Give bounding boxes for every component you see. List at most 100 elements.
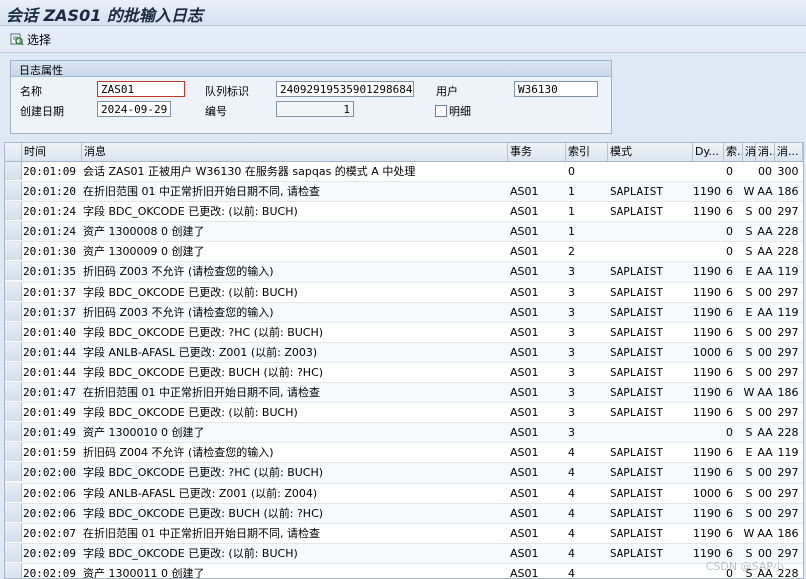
row-selector[interactable] <box>5 503 22 522</box>
table-row[interactable]: 20:01:37 字段 BDC_OKCODE 已更改: (以前: BUCH) AS0… <box>5 282 803 303</box>
row-selector[interactable] <box>5 443 22 462</box>
select-button[interactable]: 选择 <box>10 30 51 48</box>
row-selector[interactable] <box>5 302 22 321</box>
col-message[interactable]: 消息 <box>82 143 508 161</box>
cell-message: 在折旧范围 01 中正常折旧开始日期不同, 请检查 <box>83 185 320 199</box>
cell-time: 20:01:40 <box>23 325 76 339</box>
cell-dynnr: 6 <box>726 305 733 319</box>
table-row[interactable]: 20:01:49 字段 BDC_OKCODE 已更改: (以前: BUCH) AS0… <box>5 403 803 424</box>
cell-dynnr: 0 <box>726 225 733 239</box>
table-row[interactable]: 20:01:24 资产 1300008 0 创建了 AS01 1 0 S AA 228 <box>5 222 803 243</box>
table-row[interactable]: 20:01:59 折旧码 Z004 不允许 (请检查您的输入) AS01 4 SAPLA… <box>5 443 803 464</box>
row-selector[interactable] <box>5 362 22 381</box>
table-row[interactable]: 20:01:44 字段 BDC_OKCODE 已更改: BUCH (以前: ?HC… <box>5 362 803 384</box>
table-row[interactable]: 20:01:49 资产 1300010 0 创建了 AS01 3 0 S AA 228 <box>5 423 803 444</box>
cell-module: SAPLAIST <box>610 265 663 279</box>
select-all-cell[interactable] <box>5 143 22 161</box>
table-row[interactable]: 20:01:20 在折旧范围 01 中正常折旧开始日期不同, 请检查 AS01 1 SA… <box>5 182 803 203</box>
cell-dynnr: 6 <box>726 486 733 500</box>
cell-msg-class: 00 <box>758 365 772 379</box>
cell-index: 3 <box>568 265 575 279</box>
number-field[interactable]: 1 <box>276 101 354 117</box>
cell-index: 0 <box>568 165 575 178</box>
cell-dynpro: 1000 <box>693 486 721 500</box>
col-msg-class[interactable]: 消... <box>756 143 775 161</box>
row-selector[interactable] <box>5 282 22 301</box>
table-row[interactable]: 20:01:47 在折旧范围 01 中正常折旧开始日期不同, 请检查 AS01 3 SA… <box>5 383 803 404</box>
cell-module <box>608 242 693 261</box>
row-selector[interactable] <box>5 342 22 361</box>
cell-dynnr: 6 <box>726 506 733 520</box>
col-module[interactable]: 模式 <box>608 143 693 161</box>
table-row[interactable]: 20:02:00 字段 BDC_OKCODE 已更改: ?HC (以前: BUCH… <box>5 463 803 484</box>
col-transaction[interactable]: 事务 <box>508 143 566 161</box>
col-index[interactable]: 索引 <box>566 143 608 161</box>
table-row[interactable]: 20:01:30 资产 1300009 0 创建了 AS01 2 0 S AA 228 <box>5 242 803 263</box>
table-row[interactable]: 20:01:40 字段 BDC_OKCODE 已更改: ?HC (以前: BUCH… <box>5 322 803 343</box>
cell-module: SAPLAIST <box>610 325 663 339</box>
table-row[interactable]: 20:01:09 会话 ZAS01 正被用户 W36130 在服务器 sapqas… <box>5 162 803 183</box>
row-selector[interactable] <box>5 523 22 542</box>
name-field[interactable]: ZAS01 <box>97 81 185 97</box>
detail-checkbox[interactable] <box>435 105 447 117</box>
row-selector[interactable] <box>5 483 22 502</box>
row-selector[interactable] <box>5 322 22 341</box>
row-selector[interactable] <box>5 383 22 402</box>
col-msg-number[interactable]: 消... <box>775 143 803 161</box>
col-dynnr[interactable]: 索... <box>724 143 743 161</box>
cell-msg-number: 297 <box>777 285 799 299</box>
cell-index: 4 <box>568 566 575 579</box>
row-selector[interactable] <box>5 182 22 201</box>
cell-message: 资产 1300010 0 创建了 <box>83 426 205 440</box>
cell-msg-type: S <box>745 285 753 299</box>
col-time[interactable]: 时间 <box>22 143 82 161</box>
cell-index: 1 <box>568 225 575 239</box>
row-selector[interactable] <box>5 423 22 442</box>
cell-transaction: AS01 <box>510 365 539 379</box>
table-row[interactable]: 20:01:24 字段 BDC_OKCODE 已更改: (以前: BUCH) AS0… <box>5 202 803 223</box>
row-selector[interactable] <box>5 202 22 221</box>
col-dynpro[interactable]: Dy... <box>693 143 724 161</box>
cell-index: 3 <box>568 345 575 359</box>
created-date-field[interactable]: 2024-09-29 <box>97 101 171 117</box>
cell-message: 资产 1300011 0 创建了 <box>83 566 205 579</box>
cell-module: SAPLAIST <box>610 406 663 420</box>
cell-dynpro: 1190 <box>693 386 721 400</box>
table-row[interactable]: 20:01:44 字段 ANLB-AFASL 已更改: Z001 (以前: Z00… <box>5 342 803 363</box>
table-row[interactable]: 20:02:09 字段 BDC_OKCODE 已更改: (以前: BUCH) AS0… <box>5 543 803 564</box>
table-row[interactable]: 20:01:35 折旧码 Z003 不允许 (请检查您的输入) AS01 3 SAPLA… <box>5 262 803 283</box>
cell-message: 字段 BDC_OKCODE 已更改: (以前: BUCH) <box>83 205 298 219</box>
cell-dynpro: 1190 <box>693 365 721 379</box>
cell-dynpro: 1190 <box>693 325 721 339</box>
table-row[interactable]: 20:02:09 资产 1300011 0 创建了 AS01 4 0 S AA 228 <box>5 563 803 579</box>
row-selector[interactable] <box>5 162 22 180</box>
row-selector[interactable] <box>5 242 22 261</box>
cell-msg-number: 186 <box>777 386 799 400</box>
table-row[interactable]: 20:02:06 字段 BDC_OKCODE 已更改: BUCH (以前: ?HC… <box>5 503 803 524</box>
cell-msg-number: 186 <box>777 185 799 199</box>
cell-msg-type: S <box>745 486 753 500</box>
cell-dynnr: 0 <box>726 165 733 178</box>
row-selector[interactable] <box>5 543 22 562</box>
group-header: 日志属性 <box>11 61 611 77</box>
row-selector[interactable] <box>5 262 22 281</box>
cell-dynnr: 6 <box>726 386 733 400</box>
row-selector[interactable] <box>5 463 22 482</box>
cell-index: 3 <box>568 305 575 319</box>
table-row[interactable]: 20:02:07 在折旧范围 01 中正常折旧开始日期不同, 请检查 AS01 4 SA… <box>5 523 803 544</box>
table-row[interactable]: 20:02:06 字段 ANLB-AFASL 已更改: Z001 (以前: Z00… <box>5 483 803 504</box>
queue-id-field[interactable]: 24092919535901298684 <box>276 81 414 97</box>
table-row[interactable]: 20:01:37 折旧码 Z003 不允许 (请检查您的输入) AS01 3 SAPLA… <box>5 302 803 323</box>
cell-msg-number: 297 <box>777 325 799 339</box>
cell-message: 在折旧范围 01 中正常折旧开始日期不同, 请检查 <box>83 386 320 400</box>
user-field[interactable]: W36130 <box>514 81 598 97</box>
cell-time: 20:02:09 <box>23 566 76 579</box>
row-selector[interactable] <box>5 403 22 422</box>
row-selector[interactable] <box>5 222 22 241</box>
row-selector[interactable] <box>5 563 22 578</box>
cell-msg-number: 300 <box>777 165 799 178</box>
user-label: 用户 <box>436 85 458 98</box>
col-msg-type[interactable]: 消 <box>743 143 756 161</box>
select-icon <box>10 33 24 46</box>
cell-index: 3 <box>568 365 575 379</box>
